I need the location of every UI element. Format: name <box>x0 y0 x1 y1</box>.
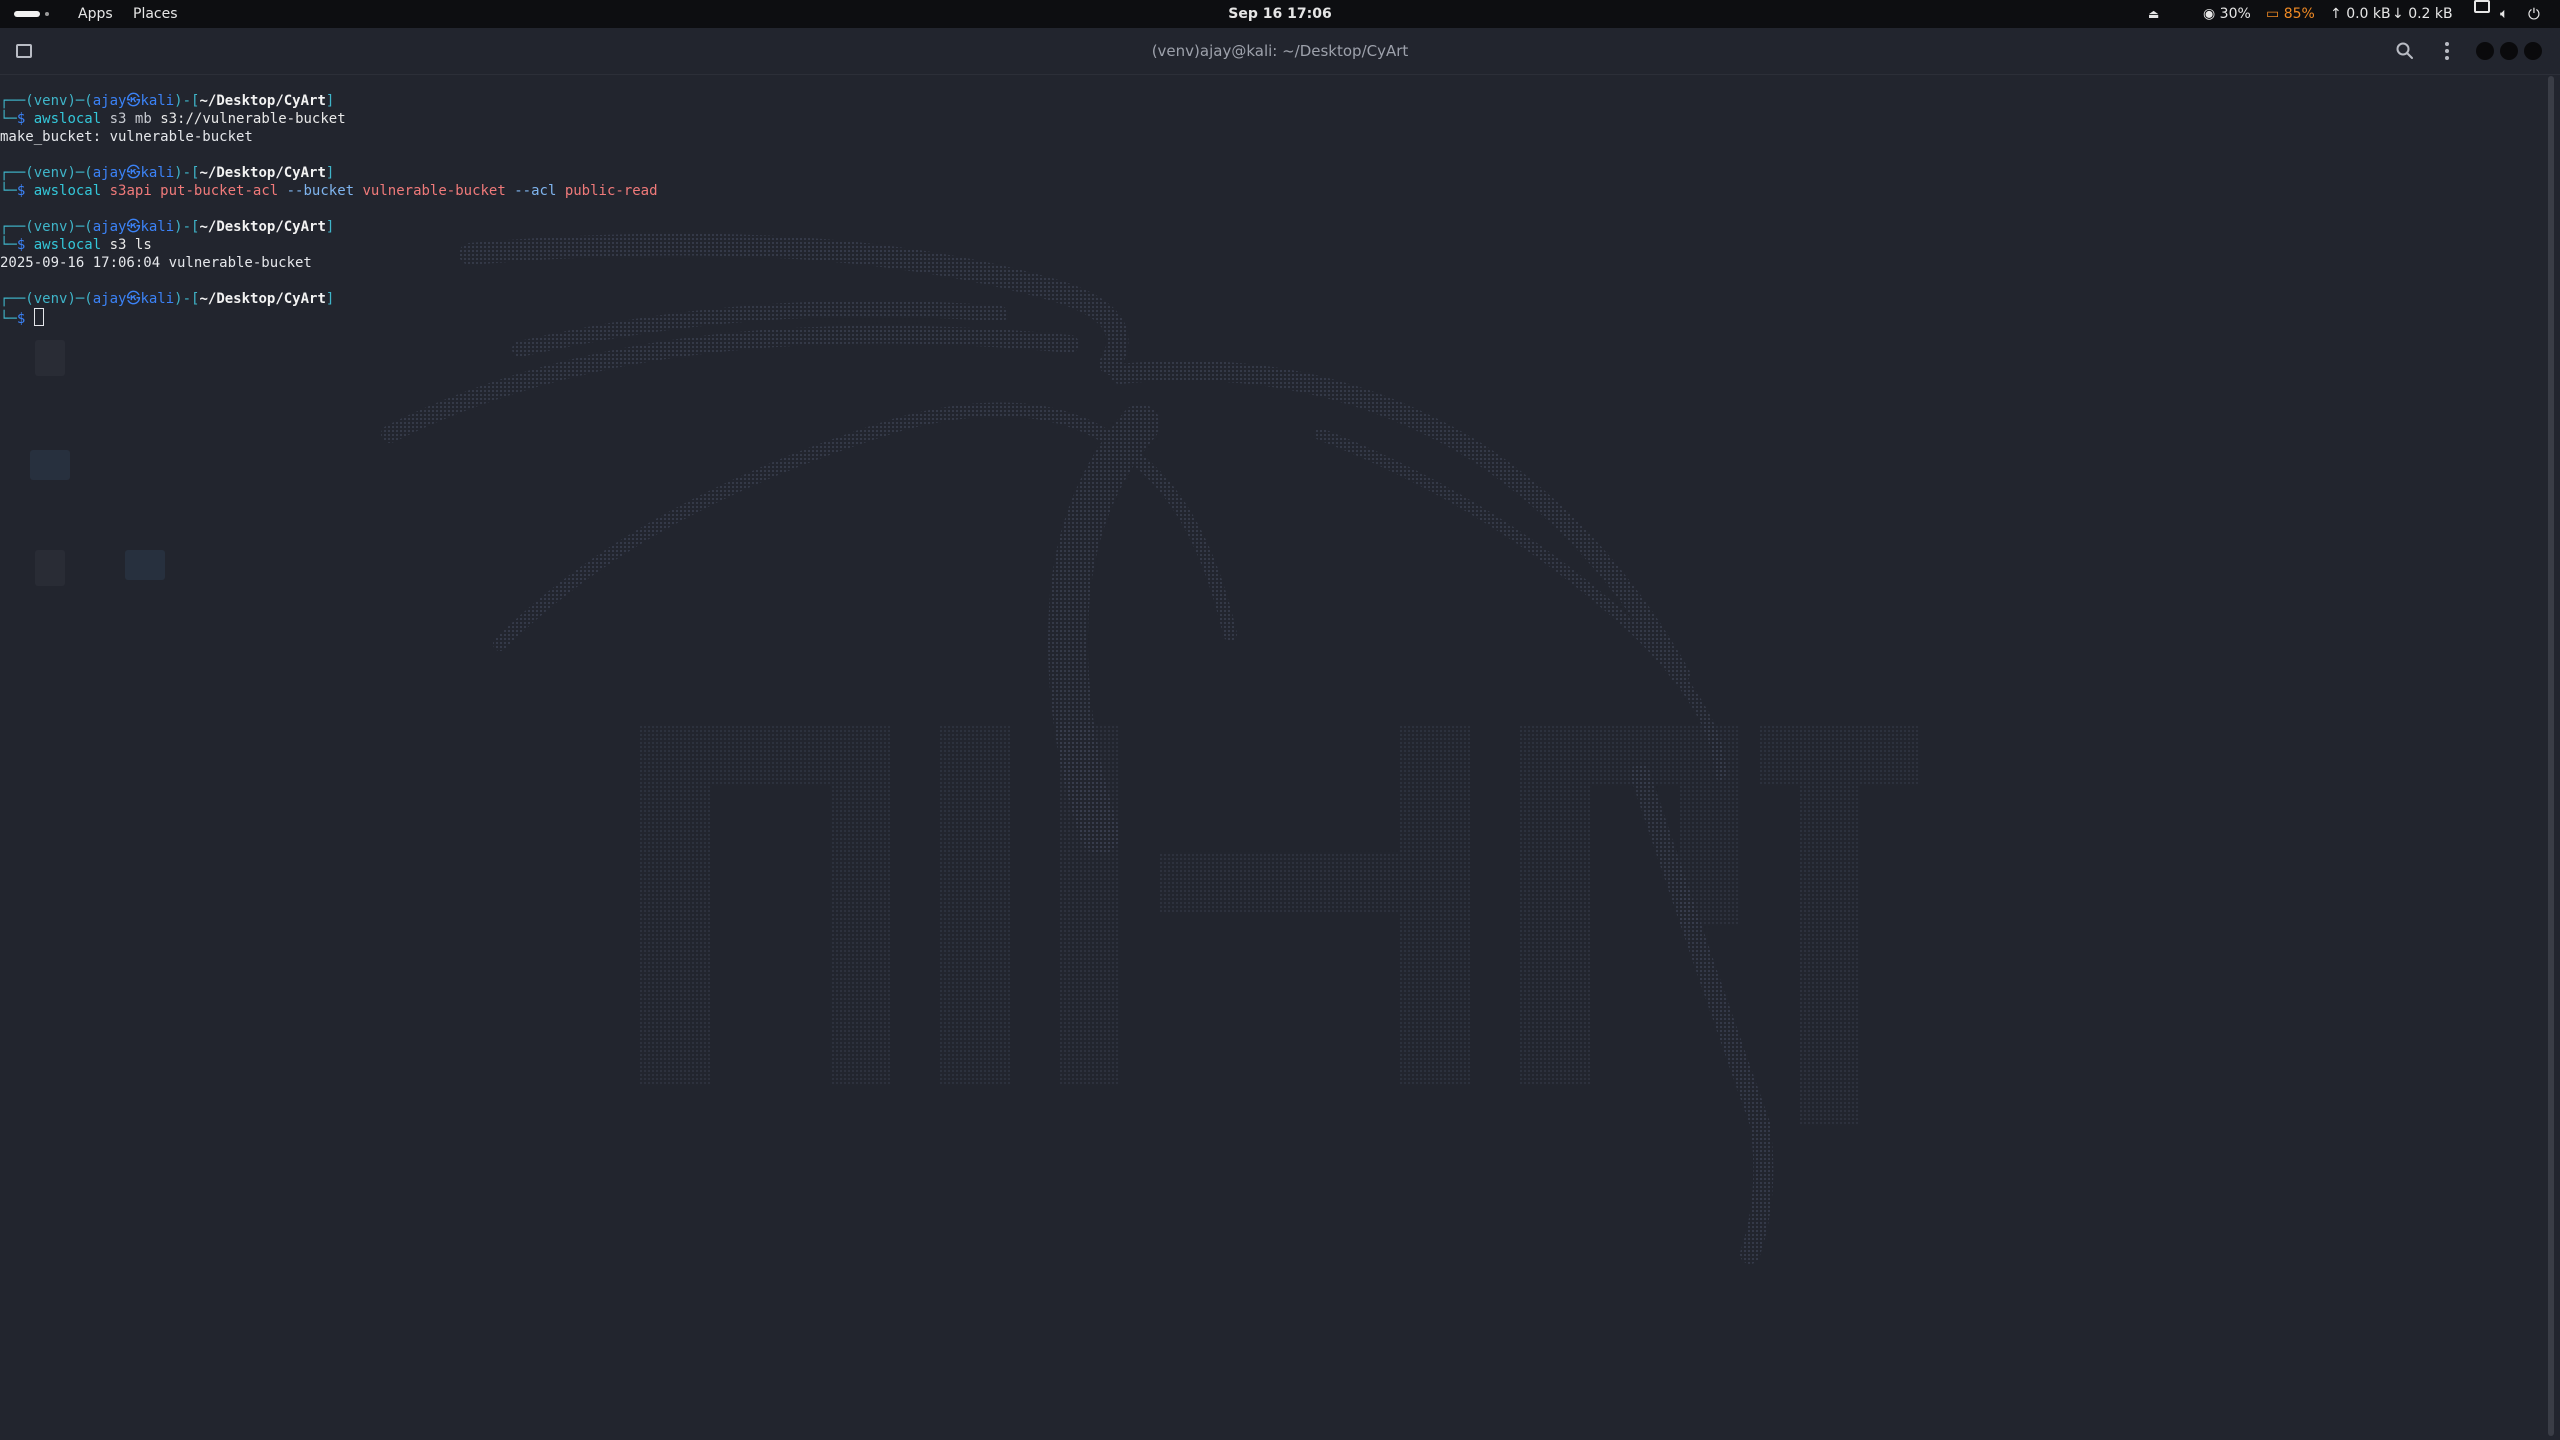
active-command-line[interactable]: └─$ <box>0 308 2540 327</box>
download-indicator[interactable]: ↓ 0.2 kB <box>2392 0 2453 28</box>
command-option: --acl <box>514 183 557 199</box>
apps-menu[interactable]: Apps <box>78 0 113 28</box>
command-arg: s3 ls <box>109 237 152 253</box>
activities-indicator[interactable] <box>14 0 56 28</box>
upload-value: 0.0 kB <box>2346 6 2391 22</box>
prompt-line: ┌──(venv)─(ajay㉿kali)-[~/Desktop/CyArt] <box>0 93 335 109</box>
terminal-output[interactable]: ┌──(venv)─(ajay㉿kali)-[~/Desktop/CyArt] … <box>0 92 2540 327</box>
cpu-icon: ◉ <box>2203 6 2216 22</box>
prompt-venv: (venv) <box>25 93 76 109</box>
text-cursor <box>33 308 44 326</box>
prompt-user: ajay <box>92 165 127 181</box>
battery-icon: ▭ <box>2266 6 2280 22</box>
prompt-venv: (venv) <box>25 165 76 181</box>
new-tab-icon[interactable] <box>16 44 32 58</box>
search-icon <box>2396 42 2413 59</box>
battery-indicator[interactable]: ▭ 85% <box>2266 0 2315 28</box>
prompt-host: kali <box>140 219 175 235</box>
prompt-symbol: $ <box>16 183 26 199</box>
battery-value: 85% <box>2283 6 2315 22</box>
prompt-host: kali <box>140 165 175 181</box>
prompt-path: ~/Desktop/CyArt <box>199 219 326 235</box>
screen-icon[interactable] <box>2474 0 2490 13</box>
desktop-icon-folder <box>20 450 80 486</box>
file-icon <box>35 550 65 586</box>
kebab-menu-icon <box>2445 42 2449 46</box>
command-line: └─$ awslocal s3 ls <box>0 237 152 253</box>
prompt-user: ajay <box>92 93 127 109</box>
eject-icon[interactable]: ⏏ <box>2148 0 2159 28</box>
terminal-headerbar: (venv)ajay@kali: ~/Desktop/CyArt <box>0 28 2560 75</box>
cpu-value: 30% <box>2219 6 2251 22</box>
clock[interactable]: Sep 16 17:06 <box>1180 0 1380 28</box>
command-name: awslocal <box>33 111 102 127</box>
window-title: (venv)ajay@kali: ~/Desktop/CyArt <box>1151 42 1409 60</box>
minimize-button[interactable] <box>2476 42 2494 60</box>
command-arg: s3 mb <box>109 111 152 127</box>
desktop-icon-folder-2 <box>115 550 175 586</box>
prompt-symbol: $ <box>16 311 26 327</box>
arrow-down-icon: ↓ <box>2392 6 2404 22</box>
desktop-icon-file-2 <box>20 550 80 592</box>
folder-icon <box>125 550 165 580</box>
prompt-path: ~/Desktop/CyArt <box>199 93 326 109</box>
prompt-venv: (venv) <box>25 219 76 235</box>
arrow-up-icon: ↑ <box>2330 6 2342 22</box>
command-line: └─$ awslocal s3api put-bucket-acl --buck… <box>0 183 658 199</box>
workspace-active-pill <box>14 11 40 17</box>
command-name: awslocal <box>33 183 102 199</box>
terminal-scrollbar[interactable] <box>2548 76 2554 1436</box>
search-button[interactable] <box>2394 40 2416 62</box>
command-name: awslocal <box>33 237 102 253</box>
kebab-dot <box>2445 56 2449 60</box>
menu-button[interactable] <box>2438 40 2456 62</box>
prompt-symbol: $ <box>16 111 26 127</box>
power-icon[interactable]: ⏻ <box>2528 0 2540 28</box>
file-icon <box>35 340 65 376</box>
prompt-line: ┌──(venv)─(ajay㉿kali)-[~/Desktop/CyArt] <box>0 165 335 181</box>
workspace-dot <box>45 12 49 16</box>
places-menu[interactable]: Places <box>133 0 178 28</box>
prompt-user: ajay <box>92 291 127 307</box>
command-option: --bucket <box>286 183 355 199</box>
volume-icon[interactable]: 🔈︎ <box>2500 0 2508 28</box>
prompt-host: kali <box>140 93 175 109</box>
prompt-symbol: $ <box>16 237 26 253</box>
desktop-icon-file <box>20 340 80 382</box>
prompt-path: ~/Desktop/CyArt <box>199 291 326 307</box>
folder-icon <box>30 450 70 480</box>
maximize-button[interactable] <box>2500 42 2518 60</box>
upload-indicator[interactable]: ↑ 0.0 kB <box>2330 0 2391 28</box>
command-arg: vulnerable-bucket <box>362 183 506 199</box>
command-arg: s3://vulnerable-bucket <box>160 111 346 127</box>
cpu-indicator[interactable]: ◉ 30% <box>2203 0 2251 28</box>
command-output: 2025-09-16 17:06:04 vulnerable-bucket <box>0 255 312 271</box>
prompt-line: ┌──(venv)─(ajay㉿kali)-[~/Desktop/CyArt] <box>0 291 335 307</box>
command-output: make_bucket: vulnerable-bucket <box>0 129 253 145</box>
prompt-line: ┌──(venv)─(ajay㉿kali)-[~/Desktop/CyArt] <box>0 219 335 235</box>
prompt-user: ajay <box>92 219 127 235</box>
command-line: └─$ awslocal s3 mb s3://vulnerable-bucke… <box>0 111 346 127</box>
top-panel: Apps Places Sep 16 17:06 ⏏ ◉ 30% ▭ 85% ↑… <box>0 0 2560 28</box>
prompt-host: kali <box>140 291 175 307</box>
prompt-path: ~/Desktop/CyArt <box>199 165 326 181</box>
close-button[interactable] <box>2524 42 2542 60</box>
kebab-dot <box>2445 49 2449 53</box>
prompt-venv: (venv) <box>25 291 76 307</box>
download-value: 0.2 kB <box>2408 6 2453 22</box>
command-arg: public-read <box>564 183 658 199</box>
command-arg: s3api put-bucket-acl <box>109 183 279 199</box>
